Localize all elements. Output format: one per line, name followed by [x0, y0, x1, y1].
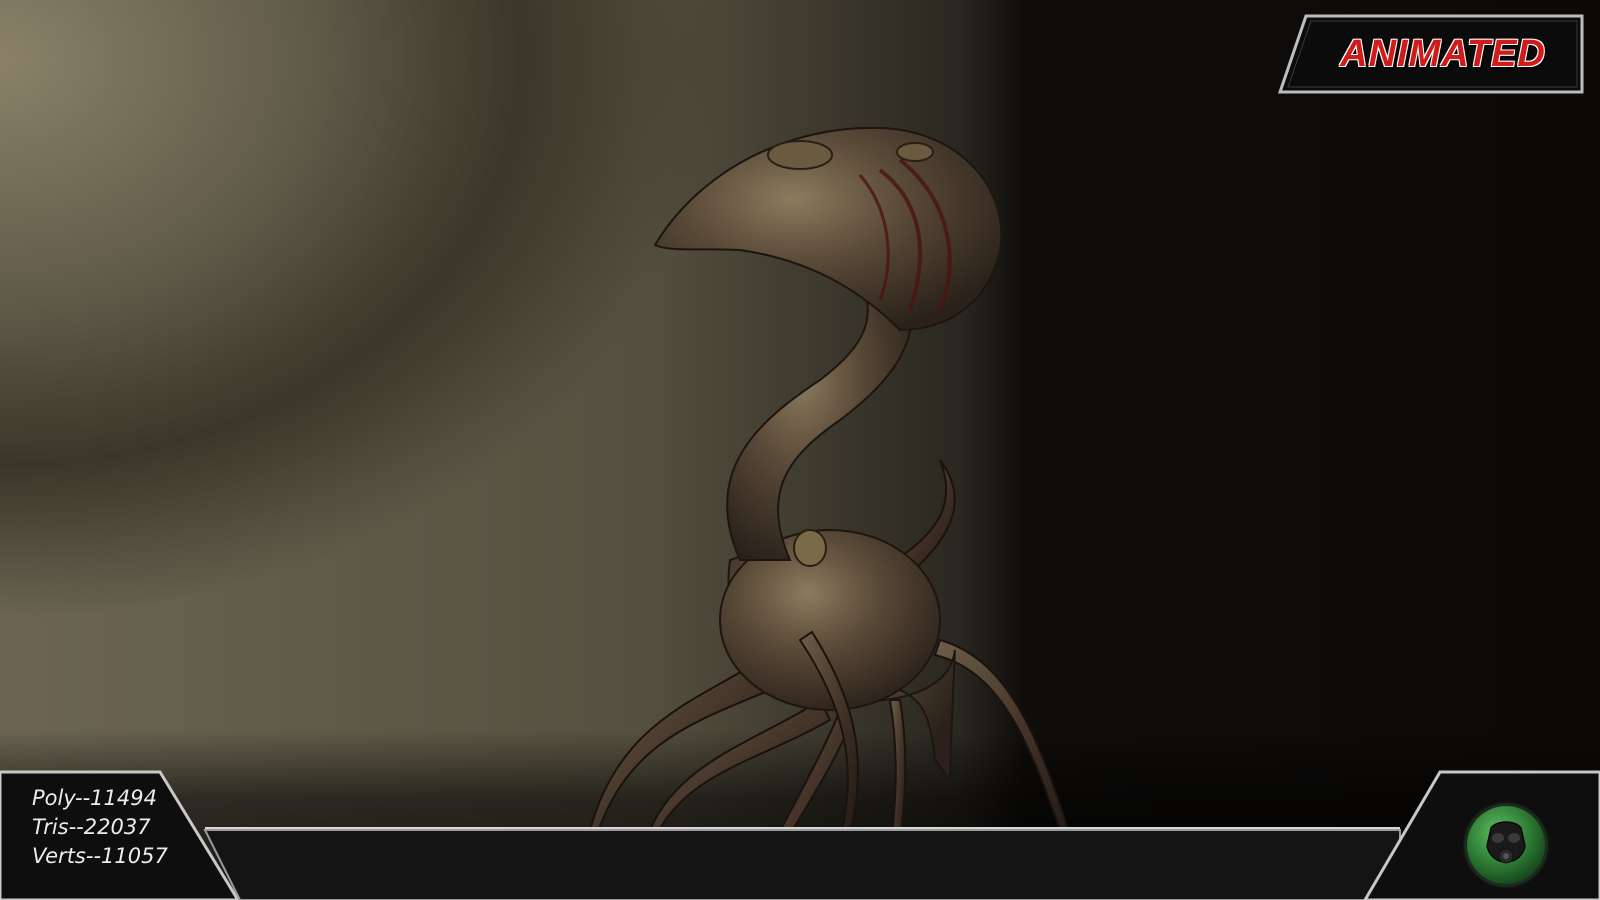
- gas-mask-logo-button[interactable]: [1467, 806, 1545, 884]
- badge-label: ANIMATED: [1340, 33, 1546, 75]
- alien-creature-model: [588, 126, 1077, 874]
- tris-count: Tris--22037: [32, 815, 151, 839]
- gas-mask-icon: [1486, 821, 1526, 864]
- animated-badge: ANIMATED: [1278, 14, 1584, 94]
- bottom-bar: [0, 770, 1600, 900]
- mesh-stats: Poly--11494 Tris--22037 Verts--11057: [32, 784, 192, 871]
- bottom-bar-frame: [0, 770, 1600, 900]
- poly-count: Poly--11494: [32, 786, 157, 810]
- verts-count: Verts--11057: [32, 844, 168, 868]
